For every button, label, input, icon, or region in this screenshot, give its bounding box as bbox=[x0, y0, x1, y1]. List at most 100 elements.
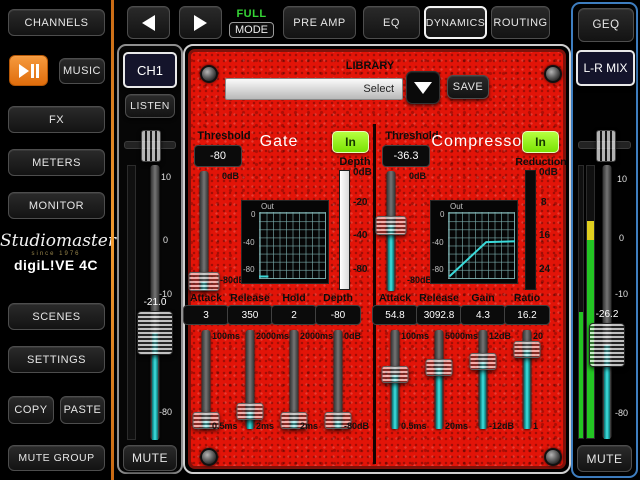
dropdown-arrow-icon bbox=[414, 82, 432, 94]
gate-depth-tick: -20 bbox=[353, 197, 367, 208]
gate-attack-slider[interactable] bbox=[190, 330, 222, 429]
copy-button[interactable]: COPY bbox=[8, 396, 54, 424]
library-select[interactable]: Select bbox=[225, 78, 403, 100]
comp-attack-slider[interactable] bbox=[379, 330, 411, 429]
graph-out-label: Out bbox=[450, 202, 463, 211]
master-fader-cap[interactable] bbox=[589, 323, 625, 367]
gate-title: Gate bbox=[229, 133, 329, 151]
dynamics-panel: LIBRARY Select SAVE Threshold -80 0dB -8… bbox=[183, 44, 571, 474]
pan-knob[interactable] bbox=[141, 130, 161, 162]
comp-ratio-min: 1 bbox=[533, 421, 538, 431]
sidebar-item-channels[interactable]: CHANNELS bbox=[8, 9, 105, 36]
sidebar-item-fx[interactable]: FX bbox=[8, 106, 105, 133]
comp-reduction-tick: 24 bbox=[539, 264, 550, 275]
gate-release-min: 2ms bbox=[256, 421, 274, 431]
play-pause-button[interactable] bbox=[9, 55, 48, 86]
full-mode-toggle[interactable]: FULL MODE bbox=[229, 4, 274, 41]
master-fader[interactable]: -26.2 bbox=[589, 165, 625, 439]
listen-button[interactable]: LISTEN bbox=[125, 94, 175, 118]
sidebar-item-monitor[interactable]: MONITOR bbox=[8, 192, 105, 219]
comp-gain-value: 4.3 bbox=[460, 305, 506, 325]
comp-attack-value: 54.8 bbox=[372, 305, 418, 325]
arrow-left-icon bbox=[142, 15, 155, 31]
gate-depth-min: -80dB bbox=[344, 421, 369, 431]
graph-ytick: -80 bbox=[432, 265, 444, 274]
gate-attack-value: 3 bbox=[183, 305, 229, 325]
tab-routing[interactable]: ROUTING bbox=[491, 6, 550, 39]
arrow-right-icon bbox=[194, 15, 207, 31]
prev-channel-button[interactable] bbox=[127, 6, 170, 39]
screw-icon bbox=[544, 448, 562, 466]
brand-logo: Studiomaster since 1976 digiL!VE 4C bbox=[0, 231, 112, 273]
comp-gain-slider[interactable] bbox=[467, 330, 499, 429]
gate-depth-max: 0dB bbox=[344, 331, 361, 341]
full-mode-state: FULL bbox=[236, 8, 266, 20]
product-name: digiL!VE 4C bbox=[0, 257, 112, 273]
gate-depth-label: Depth bbox=[308, 292, 368, 304]
screw-icon bbox=[200, 448, 218, 466]
comp-release-min: 20ms bbox=[445, 421, 468, 431]
comp-threshold-slider[interactable] bbox=[375, 171, 407, 291]
tab-preamp[interactable]: PRE AMP bbox=[283, 6, 356, 39]
comp-reduction-meter bbox=[525, 170, 536, 290]
comp-in-button[interactable]: In bbox=[522, 131, 559, 153]
sidebar-item-meters[interactable]: METERS bbox=[8, 149, 105, 176]
gate-hold-min: 2ms bbox=[300, 421, 318, 431]
gate-threshold-max-tick: 0dB bbox=[222, 171, 239, 181]
gate-threshold-slider[interactable] bbox=[188, 171, 220, 291]
comp-release-slider[interactable] bbox=[423, 330, 455, 429]
graph-ytick: -40 bbox=[432, 238, 444, 247]
master-strip: GEQ L-R MIX 10 0 -10 -80 -26.2 MUTE bbox=[571, 2, 638, 478]
tab-dynamics[interactable]: DYNAMICS bbox=[424, 6, 487, 39]
gate-depth-tick: -40 bbox=[353, 230, 367, 241]
master-name-button[interactable]: L-R MIX bbox=[576, 50, 635, 86]
comp-reduction-tick: 0dB bbox=[539, 167, 558, 178]
library-dropdown-button[interactable] bbox=[406, 71, 440, 104]
channel-name-button[interactable]: CH1 bbox=[123, 52, 177, 88]
play-pause-icon bbox=[19, 64, 39, 78]
gate-depth-tick: 0dB bbox=[353, 167, 372, 178]
master-mute-button[interactable]: MUTE bbox=[577, 445, 632, 472]
comp-ratio-value: 16.2 bbox=[504, 305, 550, 325]
mute-group-button[interactable]: MUTE GROUP bbox=[8, 445, 105, 471]
channel-mute-button[interactable]: MUTE bbox=[123, 445, 177, 471]
gate-hold-slider[interactable] bbox=[278, 330, 310, 429]
comp-reduction-tick: 8 bbox=[541, 197, 547, 208]
master-pan-knob[interactable] bbox=[596, 130, 616, 162]
comp-ratio-slider[interactable] bbox=[511, 330, 543, 429]
save-button[interactable]: SAVE bbox=[447, 75, 489, 99]
gate-depth-slider[interactable] bbox=[322, 330, 354, 429]
master-level-meter-left bbox=[578, 165, 584, 439]
gate-depth-meter bbox=[339, 170, 350, 290]
gate-release-slider[interactable] bbox=[234, 330, 266, 429]
channel-level-meter bbox=[127, 165, 136, 440]
paste-button[interactable]: PASTE bbox=[60, 396, 105, 424]
mode-label: MODE bbox=[229, 22, 274, 38]
graph-out-label: Out bbox=[261, 202, 274, 211]
screw-icon bbox=[544, 65, 562, 83]
gate-hold-value: 2 bbox=[271, 305, 317, 325]
channel-fader[interactable]: -21.0 bbox=[137, 165, 173, 440]
graph-ytick: -80 bbox=[243, 265, 255, 274]
mixer-app: CHANNELS MUSIC FX METERS MONITOR Studiom… bbox=[0, 0, 640, 480]
sidebar-item-scenes[interactable]: SCENES bbox=[8, 303, 105, 330]
geq-button[interactable]: GEQ bbox=[578, 8, 634, 42]
channel-fader-cap[interactable] bbox=[137, 311, 173, 355]
comp-ratio-label: Ratio bbox=[497, 292, 557, 304]
sidebar-item-settings[interactable]: SETTINGS bbox=[8, 346, 105, 373]
tab-eq[interactable]: EQ bbox=[363, 6, 420, 39]
comp-threshold-max-tick: 0dB bbox=[409, 171, 426, 181]
channel-fader-value: -21.0 bbox=[144, 297, 167, 308]
comp-release-value: 3092.8 bbox=[416, 305, 462, 325]
next-channel-button[interactable] bbox=[179, 6, 222, 39]
comp-threshold-min-tick: -80dB bbox=[407, 275, 432, 285]
master-fader-value: -26.2 bbox=[596, 309, 619, 320]
graph-ytick: -40 bbox=[243, 238, 255, 247]
sidebar-item-music[interactable]: MUSIC bbox=[59, 58, 105, 84]
gate-transfer-graph: Out 0 -40 -80 bbox=[241, 200, 329, 284]
gate-curve bbox=[259, 212, 326, 279]
gate-depth-value: -80 bbox=[315, 305, 361, 325]
gate-in-button[interactable]: In bbox=[332, 131, 369, 153]
comp-gain-max: 12dB bbox=[489, 331, 511, 341]
compressor-curve bbox=[448, 212, 515, 279]
